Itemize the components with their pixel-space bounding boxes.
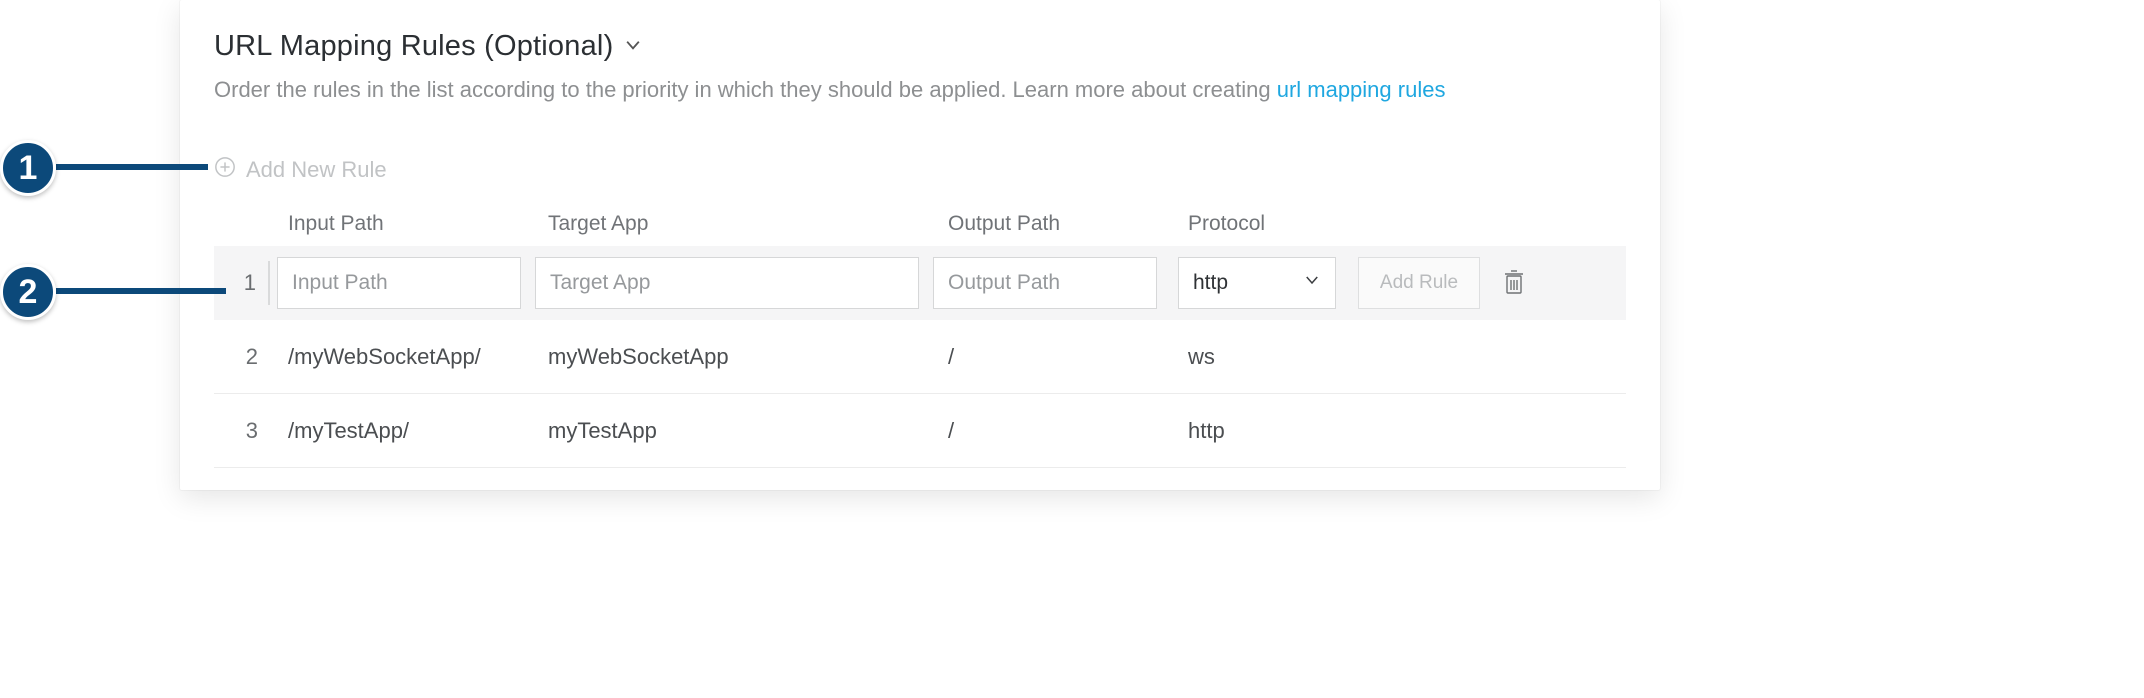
cell-input-path: /myTestApp/ [278, 418, 538, 444]
cell-protocol: ws [1178, 344, 1362, 370]
chevron-down-icon[interactable] [623, 30, 643, 63]
cell-target-app: myTestApp [538, 418, 938, 444]
target-app-field[interactable] [535, 257, 919, 309]
col-header-target-app: Target App [538, 212, 938, 236]
table-row-editable: 1 http Add Rule [214, 246, 1626, 320]
col-header-output-path: Output Path [938, 212, 1178, 236]
add-rule-button[interactable]: Add Rule [1358, 257, 1480, 309]
add-new-rule-label: Add New Rule [246, 157, 387, 183]
trash-icon [1502, 268, 1526, 299]
cell-target-app: myWebSocketApp [538, 344, 938, 370]
input-path-field[interactable] [277, 257, 521, 309]
row-index: 2 [222, 344, 278, 370]
col-header-input-path: Input Path [278, 212, 538, 236]
output-path-field[interactable] [933, 257, 1157, 309]
url-mapping-rules-link[interactable]: url mapping rules [1277, 77, 1446, 102]
protocol-select[interactable]: http [1178, 257, 1336, 309]
url-mapping-panel: URL Mapping Rules (Optional) Order the r… [180, 0, 1660, 490]
protocol-select-value: http [1193, 271, 1228, 295]
chevron-down-icon [1303, 271, 1321, 295]
table-row[interactable]: 2 /myWebSocketApp/ myWebSocketApp / ws [214, 320, 1626, 394]
add-new-rule-button[interactable]: Add New Rule [214, 156, 1626, 184]
section-title-text: URL Mapping Rules (Optional) [214, 30, 613, 63]
callout-badge-2-text: 2 [19, 273, 38, 312]
cell-output-path: / [938, 344, 1178, 370]
callout-line-1 [56, 164, 208, 170]
section-title-row[interactable]: URL Mapping Rules (Optional) [214, 30, 1626, 63]
callout-badge-1-text: 1 [19, 149, 38, 188]
delete-rule-button[interactable] [1490, 259, 1538, 307]
table-row[interactable]: 3 /myTestApp/ myTestApp / http [214, 394, 1626, 468]
callout-line-2 [56, 288, 226, 294]
callout-badge-2: 2 [0, 264, 56, 320]
cell-input-path: /myWebSocketApp/ [278, 344, 538, 370]
cell-protocol: http [1178, 418, 1362, 444]
row-index: 1 [222, 261, 270, 305]
rules-table: Input Path Target App Output Path Protoc… [214, 212, 1626, 468]
cell-output-path: / [938, 418, 1178, 444]
row-index: 3 [222, 418, 278, 444]
plus-circle-icon [214, 156, 236, 184]
section-subtitle-text: Order the rules in the list according to… [214, 77, 1277, 102]
section-subtitle: Order the rules in the list according to… [214, 73, 1626, 106]
callout-badge-1: 1 [0, 140, 56, 196]
col-header-protocol: Protocol [1178, 212, 1362, 236]
table-header: Input Path Target App Output Path Protoc… [214, 212, 1626, 246]
